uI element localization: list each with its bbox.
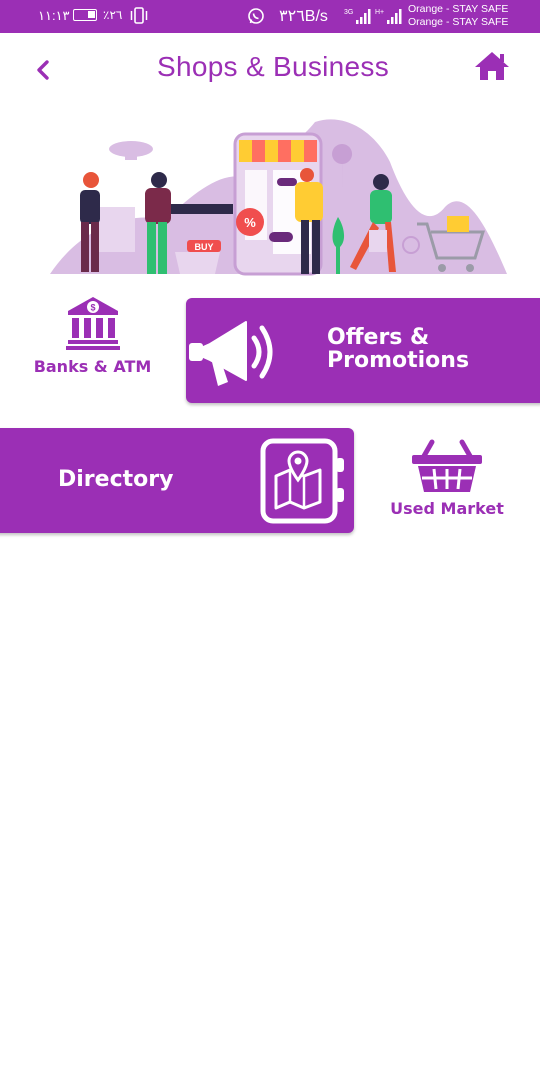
- network-speed: ٣٢٦B/s: [279, 8, 328, 25]
- signal-icon: H+: [375, 9, 402, 24]
- used-market-tile[interactable]: Used Market: [380, 436, 514, 526]
- used-market-label: Used Market: [390, 499, 504, 518]
- buy-badge: BUY: [194, 242, 213, 252]
- offers-promotions-label: Offers & Promotions: [327, 326, 507, 372]
- page-title: Shops & Business: [156, 51, 390, 82]
- offers-promotions-button[interactable]: Offers & Promotions: [186, 298, 540, 403]
- map-icon: [260, 438, 344, 524]
- megaphone-icon: [189, 321, 273, 386]
- basket-icon: [412, 439, 482, 492]
- svg-text:$: $: [90, 303, 95, 313]
- battery-icon: [73, 9, 97, 21]
- directory-label: Directory: [58, 467, 174, 492]
- shopping-illustration: % BUY: [50, 119, 507, 276]
- banks-atm-tile[interactable]: $ Banks & ATM: [20, 296, 165, 386]
- carrier-line: Orange - STAY SAFE: [408, 3, 509, 15]
- svg-text:3G: 3G: [344, 9, 353, 16]
- offers-line: Offers &: [327, 325, 430, 350]
- bank-icon: $: [66, 297, 120, 350]
- whatsapp-icon: [248, 8, 264, 24]
- promotions-line: Promotions: [327, 348, 470, 373]
- directory-button[interactable]: Directory: [0, 428, 354, 533]
- app-bar: Shops & Business: [0, 33, 540, 103]
- svg-text:H+: H+: [375, 9, 384, 16]
- carrier-line: Orange - STAY SAFE: [408, 16, 509, 28]
- home-icon[interactable]: [473, 50, 511, 82]
- discount-symbol: %: [244, 215, 256, 230]
- vibrate-icon: [130, 7, 148, 24]
- status-bar: ١١:١٣ ٪٢٦ ٣٢٦B/s 3G H+ Orange - STAY SAF…: [0, 0, 540, 33]
- carrier-info: Orange - STAY SAFE Orange - STAY SAFE: [408, 3, 508, 29]
- status-time: ١١:١٣: [38, 8, 70, 23]
- banks-atm-label: Banks & ATM: [33, 357, 152, 376]
- battery-percent: ٪٢٦: [103, 8, 123, 22]
- signal-icon: 3G: [344, 9, 371, 24]
